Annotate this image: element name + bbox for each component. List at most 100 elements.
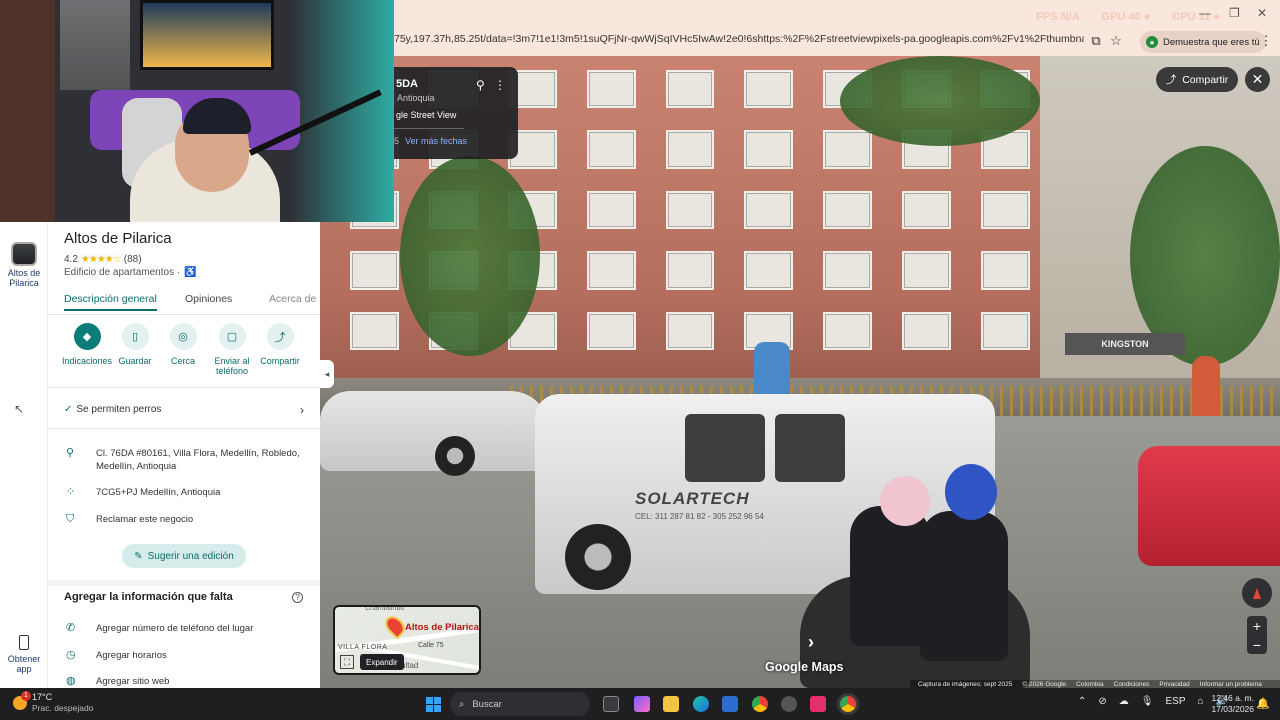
more-dates-link[interactable]: Ver más fechas — [405, 136, 467, 146]
language-indicator[interactable]: ESP — [1165, 696, 1185, 707]
plus-code-row[interactable]: ⁘ 7CG5+PJ Medellín, Antioquia — [64, 486, 304, 499]
close-streetview-button[interactable]: ✕ — [1245, 67, 1270, 92]
profile-chip[interactable]: ● Demuestra que eres tú — [1140, 31, 1266, 53]
nearby-icon: ◎ — [169, 323, 197, 350]
minimap[interactable]: Chamblimbo Altos de Pilarica VILLA FLORA… — [333, 605, 481, 675]
clock[interactable]: 12:46 a. m. 17/03/2026 — [1206, 693, 1254, 715]
cloud-icon[interactable]: ☁ — [1119, 696, 1129, 707]
task-view-icon[interactable] — [603, 696, 619, 712]
rail-place-label[interactable]: Altos de Pilarica — [0, 268, 48, 288]
chrome-icon[interactable] — [752, 696, 768, 712]
address-bar[interactable]: 75y,197.37h,85.25t/data=!3m7!1e1!3m5!1su… — [394, 33, 1084, 51]
gpu-stat: GPU 40 ● — [1101, 11, 1151, 23]
rating-row[interactable]: 4.2 ★★★★☆ (88) — [64, 254, 142, 265]
restore-icon[interactable]: ❐ — [1229, 6, 1240, 20]
directions-button[interactable]: ◆ Indicaciones — [62, 323, 112, 366]
zoom-in-icon[interactable]: + — [1253, 618, 1261, 634]
minimap-area-label: VILLA FLORA — [338, 644, 388, 651]
place-type: Edificio de apartamentos · — [64, 267, 181, 278]
expand-tooltip: Expandir — [360, 654, 404, 670]
fullscreen-icon[interactable]: ⛶ — [340, 655, 354, 669]
more-options-icon[interactable]: ⋮ — [494, 78, 506, 92]
share-icon: ⤴ — [266, 323, 294, 350]
bookmark-icon: ▯ — [121, 323, 149, 350]
rating-value: 4.2 — [64, 254, 78, 265]
chevron-up-icon[interactable]: ⌃ — [1078, 696, 1086, 707]
edge-icon[interactable] — [693, 696, 709, 712]
location-pin-icon[interactable]: ⚲ — [476, 78, 485, 92]
zoom-out-icon[interactable]: − — [1253, 637, 1261, 653]
add-phone-label: Agregar número de teléfono del lugar — [96, 623, 254, 634]
taskbar-search[interactable]: ⌕ Buscar — [450, 692, 590, 716]
tab-overview[interactable]: Descripción general — [64, 293, 157, 311]
microphone-icon[interactable]: 🎙 — [1141, 696, 1154, 707]
start-menu-icon[interactable] — [426, 697, 441, 712]
weather-widget[interactable]: 1 17°C Prac. despejado — [13, 690, 94, 713]
amenity-row[interactable]: ✓ Se permiten perros › — [64, 403, 304, 417]
navigate-arrow-icon[interactable]: › — [808, 632, 830, 654]
address-row[interactable]: ⚲ Cl. 76DA #80161, Villa Flora, Medellín… — [64, 447, 304, 473]
collapse-panel-button[interactable]: ◂ — [320, 360, 334, 388]
truck-window — [685, 414, 765, 482]
suggest-edit-button[interactable]: ✎ Sugerir una edición — [122, 544, 246, 568]
chrome-active-icon[interactable] — [840, 696, 856, 712]
compass-icon[interactable] — [1242, 578, 1272, 608]
bookmark-star-icon[interactable]: ☆ — [1108, 33, 1124, 49]
google-maps-watermark: Google Maps — [765, 660, 844, 674]
share-button[interactable]: ⤴ Compartir — [1156, 67, 1238, 92]
get-app-label[interactable]: Obtener app — [0, 654, 48, 674]
obs-icon[interactable] — [781, 696, 797, 712]
temperature: 17°C — [32, 692, 53, 702]
install-app-icon[interactable]: ⧉ — [1088, 33, 1104, 49]
close-window-icon[interactable]: ✕ — [1257, 6, 1267, 20]
truck-wheel — [565, 524, 631, 590]
section-divider — [48, 580, 320, 586]
search-icon: ⌕ — [459, 698, 465, 710]
review-count[interactable]: (88) — [124, 254, 142, 265]
file-explorer-icon[interactable] — [663, 696, 679, 712]
network-off-icon[interactable]: ⊘ — [1098, 696, 1106, 707]
send-to-phone-button[interactable]: ▢ Enviar al teléfono — [207, 323, 257, 376]
save-button[interactable]: ▯ Guardar — [110, 323, 160, 366]
nearby-button[interactable]: ◎ Cerca — [158, 323, 208, 366]
share-place-button[interactable]: ⤴ Compartir — [255, 323, 305, 366]
phone-icon[interactable] — [19, 635, 29, 650]
globe-icon: ◍ — [66, 675, 76, 687]
weather-condition: Prac. despejado — [32, 703, 94, 713]
profile-icon: ● — [1146, 36, 1158, 48]
send-to-phone-label: Enviar al teléfono — [214, 356, 250, 376]
minimize-icon[interactable]: — — [1199, 6, 1211, 20]
tab-reviews[interactable]: Opiniones — [185, 293, 232, 305]
notification-bell-icon[interactable]: 🔔 — [1256, 697, 1270, 710]
webcam-tv — [140, 0, 274, 70]
clock-icon: ◷ — [66, 649, 76, 661]
terms-link[interactable]: Condiciones — [1114, 681, 1150, 688]
tab-about[interactable]: Acerca de — [269, 293, 316, 305]
tiktok-icon[interactable] — [810, 696, 826, 712]
country-link[interactable]: Colombia — [1076, 681, 1103, 688]
add-phone-row[interactable]: ✆ Agregar número de teléfono del lugar — [64, 622, 304, 635]
help-icon[interactable]: ? — [292, 592, 303, 603]
wifi-icon[interactable]: ⌂ — [1198, 696, 1204, 707]
claim-row[interactable]: ⛉ Reclamar este negocio — [64, 513, 304, 526]
report-link[interactable]: Informar un problema — [1200, 681, 1262, 688]
divider — [394, 128, 464, 129]
divider — [48, 387, 320, 388]
menu-dots-icon[interactable]: ⋮ — [1258, 33, 1274, 49]
place-tabs: Descripción general Opiniones Acerca de — [48, 293, 320, 315]
minimap-top-label: Chamblimbo — [365, 605, 405, 612]
truck-logo: SOLARTECH — [635, 489, 750, 508]
place-thumbnail[interactable] — [11, 242, 37, 266]
streetview-info-card: 5DA Antioquia gle Street View 5 Ver más … — [394, 67, 518, 159]
add-hours-row[interactable]: ◷ Agregar horarios — [64, 649, 304, 662]
minimap-street-label: Calle 75 — [418, 642, 444, 649]
privacy-link[interactable]: Privacidad — [1159, 681, 1189, 688]
directions-label: Indicaciones — [62, 356, 113, 366]
add-website-row[interactable]: ◍ Agregar sitio web — [64, 675, 304, 688]
minimap-place-label: Altos de Pilarica — [405, 622, 479, 633]
copilot-icon[interactable] — [634, 696, 650, 712]
zoom-control[interactable]: + − — [1247, 616, 1267, 654]
location-pin-icon: ⚲ — [66, 447, 75, 459]
store-icon[interactable] — [722, 696, 738, 712]
amenity-label: Se permiten perros — [76, 404, 162, 415]
